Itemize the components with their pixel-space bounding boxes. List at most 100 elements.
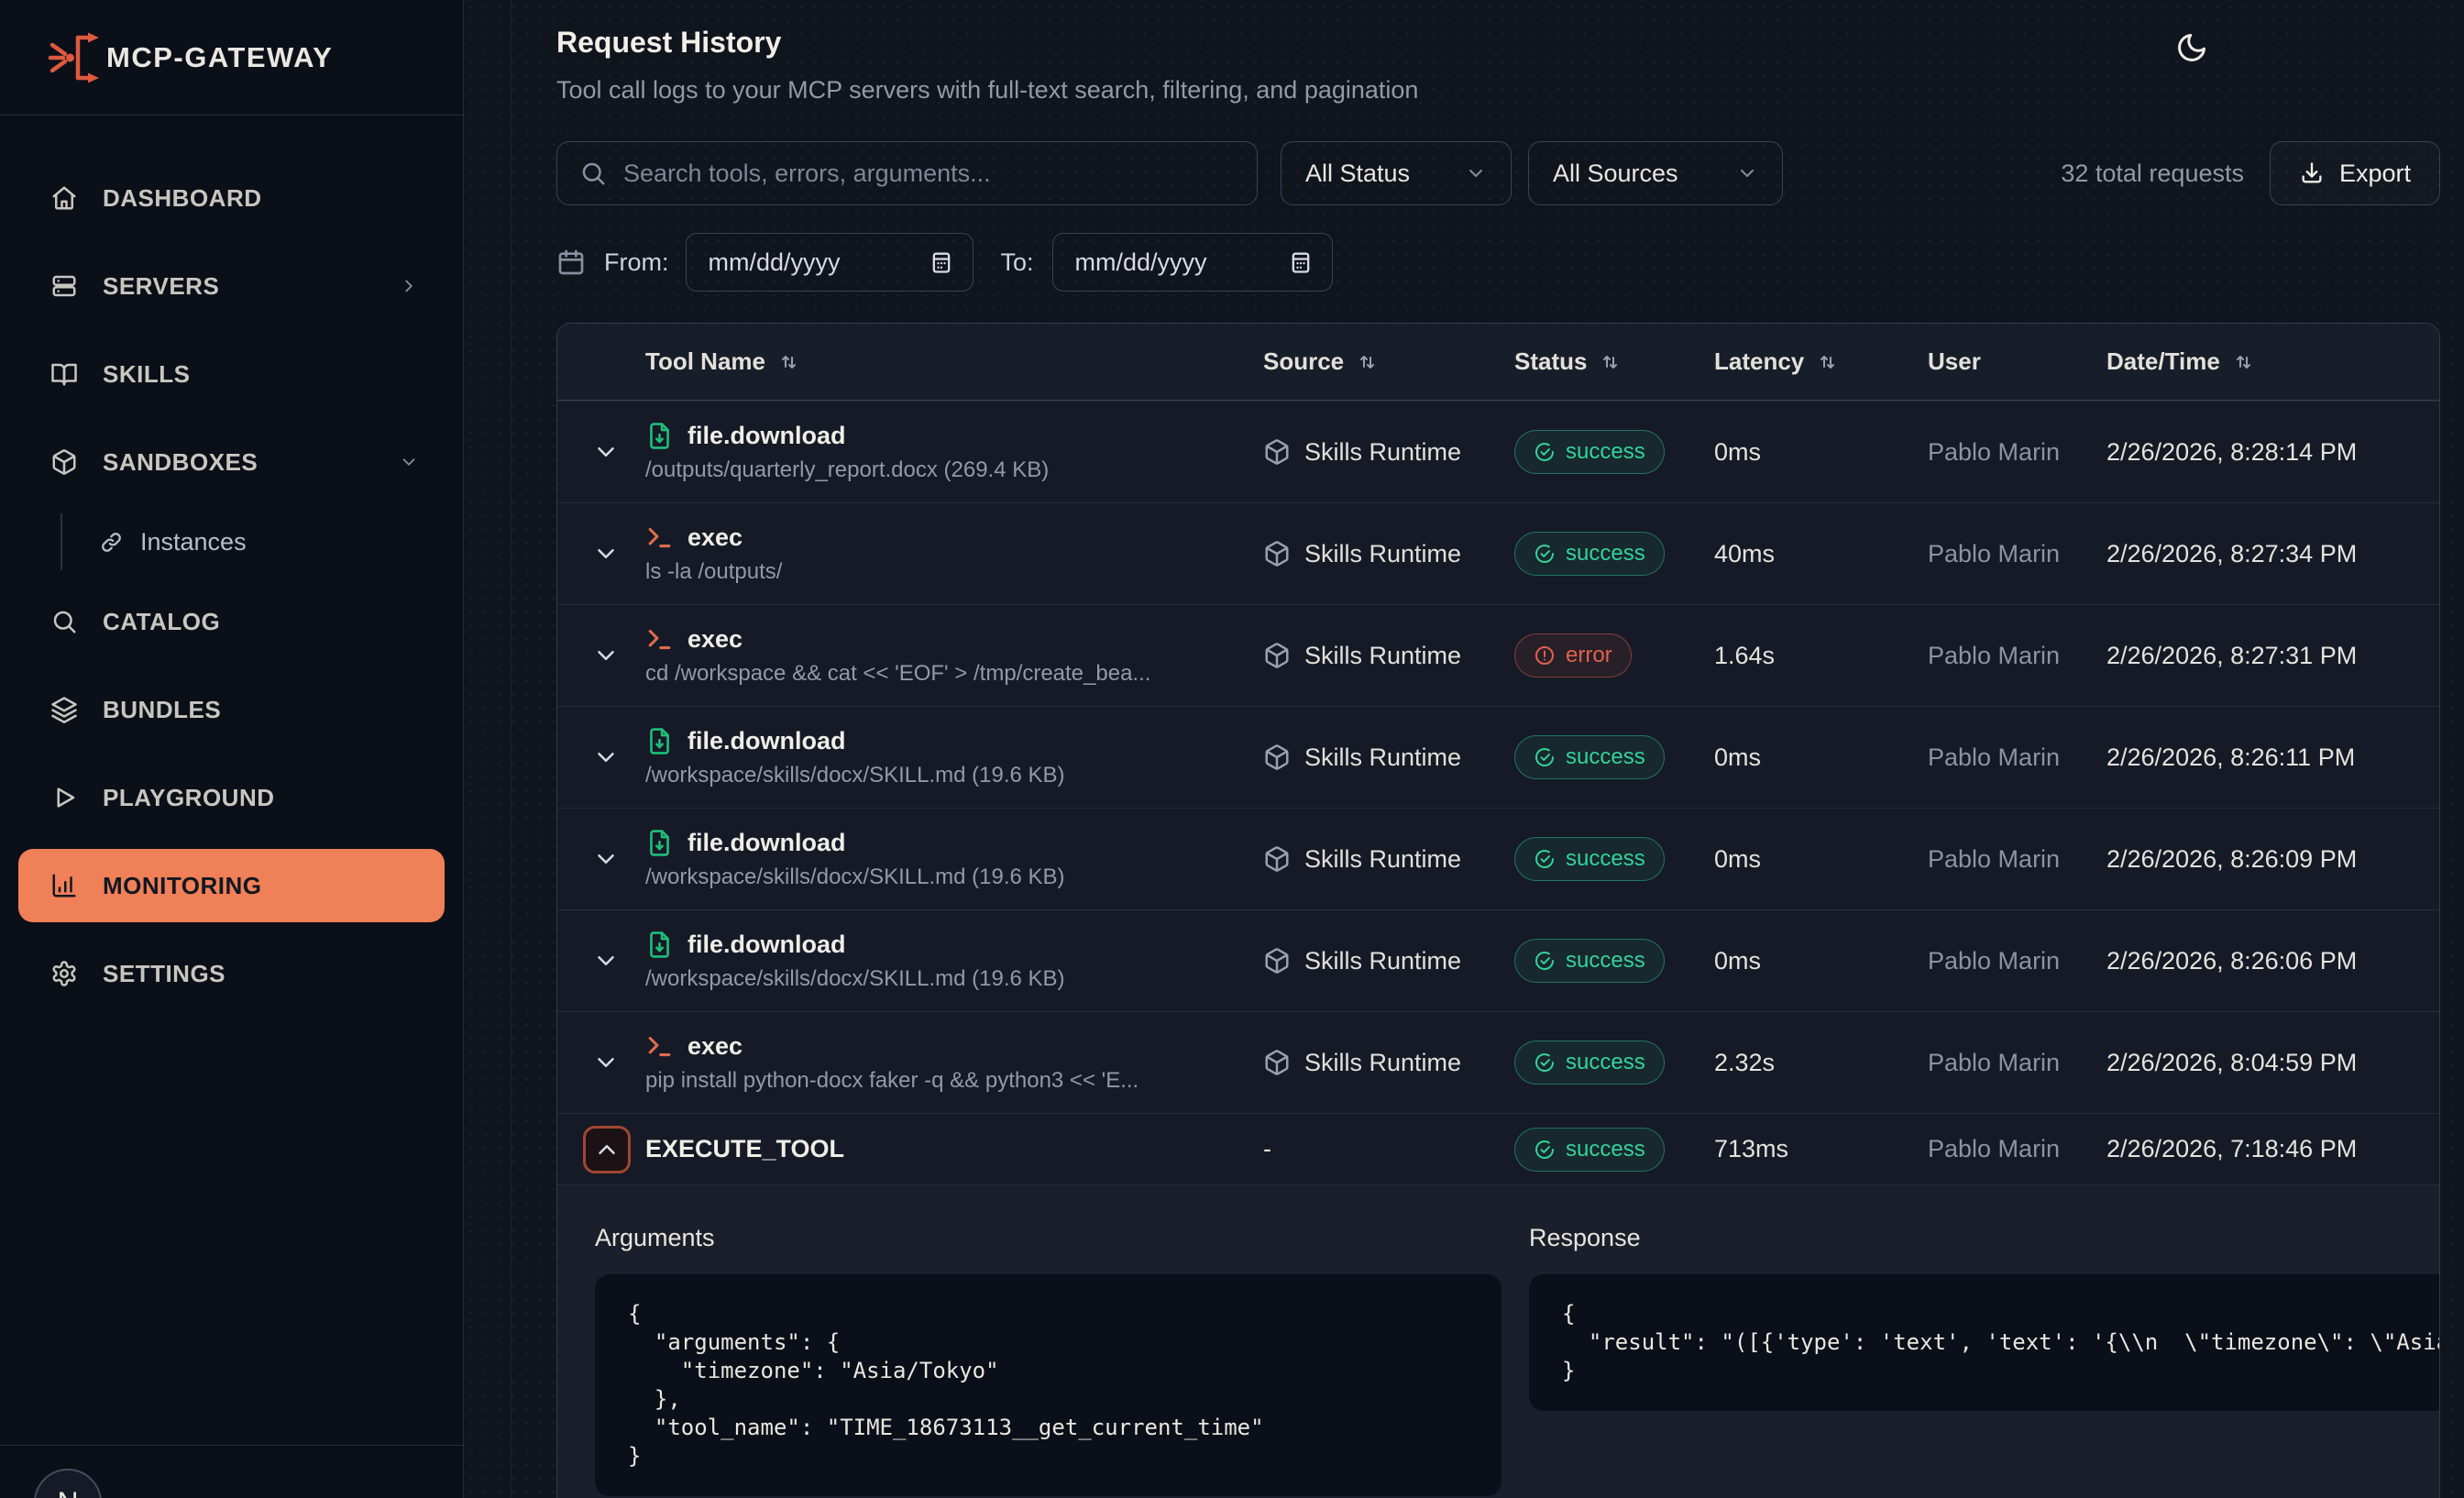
table-row-expanded[interactable]: EXECUTE_TOOL - success 713ms Pablo Marin… — [557, 1113, 2439, 1184]
theme-toggle-button[interactable] — [2175, 28, 2216, 68]
column-header-status[interactable]: Status — [1514, 347, 1714, 376]
sort-icon[interactable] — [1600, 351, 1622, 373]
sidebar-item-label: CATALOG — [103, 608, 220, 636]
user-name: Pablo Marin — [1928, 845, 2106, 874]
sort-icon[interactable] — [2233, 351, 2255, 373]
arguments-code: { "arguments": { "timezone": "Asia/Tokyo… — [595, 1274, 1502, 1496]
user-name: Pablo Marin — [1928, 540, 2106, 568]
tool-name: EXECUTE_TOOL — [645, 1135, 844, 1163]
latency-value: 0ms — [1714, 743, 1928, 772]
source-label: - — [1263, 1135, 1271, 1163]
from-label: From: — [604, 248, 669, 277]
sidebar-item-instances[interactable]: Instances — [60, 513, 445, 570]
logo-icon — [46, 22, 104, 94]
avatar[interactable]: N — [34, 1469, 102, 1498]
column-header-datetime[interactable]: Date/Time — [2106, 347, 2439, 376]
expand-row-button[interactable] — [592, 945, 623, 976]
table-row[interactable]: exec ls -la /outputs/ Skills Runtime suc… — [557, 502, 2439, 604]
tool-name: exec — [688, 1032, 742, 1061]
source-label: Skills Runtime — [1304, 1049, 1461, 1077]
home-icon — [50, 184, 78, 212]
arguments-panel: Arguments { "arguments": { "timezone": "… — [595, 1224, 1502, 1496]
file-download-icon — [645, 422, 674, 450]
column-header-tool-name[interactable]: Tool Name — [645, 347, 1263, 376]
server-stack-icon — [50, 272, 78, 300]
column-header-user: User — [1928, 347, 2106, 376]
tool-detail: /workspace/skills/docx/SKILL.md (19.6 KB… — [645, 763, 1263, 788]
collapse-row-button[interactable] — [583, 1126, 631, 1173]
export-button[interactable]: Export — [2270, 141, 2440, 205]
sidebar-item-sandboxes[interactable]: SANDBOXES — [18, 425, 445, 499]
cube-icon — [50, 448, 78, 476]
sidebar-item-label: SANDBOXES — [103, 448, 258, 477]
sidebar-item-dashboard[interactable]: DASHBOARD — [18, 161, 445, 235]
source-filter-select[interactable]: All Sources — [1528, 141, 1783, 205]
latency-value: 0ms — [1714, 845, 1928, 874]
chevron-up-icon — [593, 1136, 621, 1163]
latency-value: 40ms — [1714, 540, 1928, 568]
table-row[interactable]: file.download /workspace/skills/docx/SKI… — [557, 706, 2439, 808]
sidebar-item-catalog[interactable]: CATALOG — [18, 585, 445, 658]
search-icon — [579, 160, 607, 187]
tool-detail: /outputs/quarterly_report.docx (269.4 KB… — [645, 457, 1263, 483]
chevron-down-icon — [592, 845, 620, 873]
from-date-value: mm/dd/yyyy — [709, 248, 841, 277]
sidebar-item-label: SKILLS — [103, 360, 190, 389]
column-header-latency[interactable]: Latency — [1714, 347, 1928, 376]
sidebar-item-settings[interactable]: SETTINGS — [18, 937, 445, 1010]
package-icon — [1263, 642, 1291, 669]
from-date-input[interactable]: mm/dd/yyyy — [686, 233, 974, 292]
terminal-icon — [645, 523, 674, 552]
tool-name: file.download — [688, 422, 846, 450]
page-title: Request History — [556, 26, 2440, 60]
status-filter-value: All Status — [1305, 160, 1410, 188]
sidebar-item-playground[interactable]: PLAYGROUND — [18, 761, 445, 834]
check-circle-icon — [1534, 1139, 1556, 1161]
package-icon — [1263, 845, 1291, 873]
expand-row-button[interactable] — [592, 742, 623, 773]
search-box[interactable] — [556, 141, 1258, 205]
filter-row: All Status All Sources 32 total requests… — [556, 141, 2440, 205]
status-filter-select[interactable]: All Status — [1281, 141, 1512, 205]
package-icon — [1263, 743, 1291, 771]
table-row[interactable]: file.download /outputs/quarterly_report.… — [557, 401, 2439, 502]
sidebar: MCP-GATEWAY DASHBOARD SERVERS SKILLS SAN… — [0, 0, 464, 1498]
sort-icon[interactable] — [1817, 351, 1839, 373]
sort-icon[interactable] — [1357, 351, 1379, 373]
date-filter-row: From: mm/dd/yyyy To: mm/dd/yyyy — [556, 233, 2440, 292]
sidebar-item-label: SETTINGS — [103, 960, 226, 988]
chevron-down-icon — [592, 540, 620, 567]
calendar-picker-icon[interactable] — [929, 249, 954, 275]
sidebar-item-servers[interactable]: SERVERS — [18, 249, 445, 323]
sidebar-item-bundles[interactable]: BUNDLES — [18, 673, 445, 746]
sort-icon[interactable] — [778, 351, 800, 373]
expand-row-button[interactable] — [592, 436, 623, 468]
sidebar-item-label: BUNDLES — [103, 696, 221, 724]
sidebar-item-skills[interactable]: SKILLS — [18, 337, 445, 411]
latency-value: 1.64s — [1714, 642, 1928, 670]
expand-row-button[interactable] — [592, 843, 623, 875]
app-title: MCP-GATEWAY — [106, 41, 333, 74]
sidebar-item-monitoring[interactable]: MONITORING — [18, 849, 445, 922]
calendar-picker-icon[interactable] — [1288, 249, 1314, 275]
search-input[interactable] — [623, 160, 1235, 188]
table-row[interactable]: exec pip install python-docx faker -q &&… — [557, 1011, 2439, 1113]
check-circle-icon — [1534, 441, 1556, 463]
chevron-right-icon — [399, 276, 419, 296]
app-logo: MCP-GATEWAY — [0, 0, 463, 116]
table-row[interactable]: file.download /workspace/skills/docx/SKI… — [557, 808, 2439, 909]
tool-name: exec — [688, 523, 742, 552]
tool-detail: /workspace/skills/docx/SKILL.md (19.6 KB… — [645, 865, 1263, 890]
column-header-source[interactable]: Source — [1263, 347, 1514, 376]
expand-row-button[interactable] — [592, 640, 623, 671]
check-circle-icon — [1534, 1052, 1556, 1074]
expand-row-button[interactable] — [592, 538, 623, 569]
file-download-icon — [645, 829, 674, 857]
to-date-input[interactable]: mm/dd/yyyy — [1052, 233, 1333, 292]
status-badge: success — [1514, 532, 1665, 576]
table-row[interactable]: exec cd /workspace && cat << 'EOF' > /tm… — [557, 604, 2439, 706]
expand-row-button[interactable] — [592, 1047, 623, 1078]
check-circle-icon — [1534, 746, 1556, 768]
user-name: Pablo Marin — [1928, 1049, 2106, 1077]
table-row[interactable]: file.download /workspace/skills/docx/SKI… — [557, 909, 2439, 1011]
